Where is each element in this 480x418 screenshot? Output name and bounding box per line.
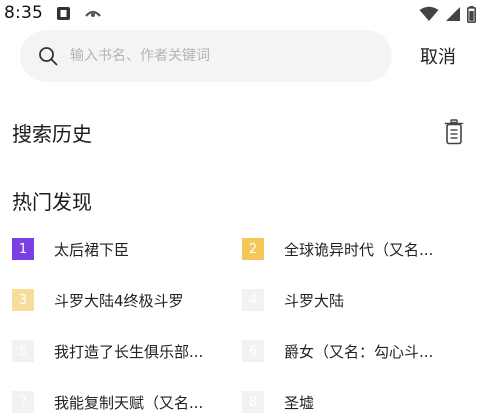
hot-item-title: 圣墟 bbox=[284, 393, 315, 412]
trash-icon[interactable] bbox=[444, 119, 464, 145]
rank-badge: 4 bbox=[242, 289, 264, 311]
hot-item-title: 斗罗大陆 bbox=[284, 291, 345, 310]
hot-item-4[interactable]: 4 斗罗大陆 bbox=[242, 285, 344, 315]
notification-a-icon bbox=[57, 7, 70, 20]
cellular-signal-icon bbox=[446, 7, 460, 21]
battery-icon bbox=[467, 5, 476, 23]
search-input[interactable] bbox=[70, 42, 370, 70]
wifi-icon bbox=[419, 6, 439, 21]
cancel-button[interactable]: 取消 bbox=[420, 43, 456, 69]
rank-badge: 6 bbox=[242, 340, 264, 362]
status-right-icons bbox=[419, 5, 476, 23]
hot-item-title: 全球诡异时代（又名... bbox=[284, 240, 434, 259]
hot-item-2[interactable]: 2 全球诡异时代（又名... bbox=[242, 234, 433, 264]
hot-item-5[interactable]: 5 我打造了长生俱乐部... bbox=[12, 336, 203, 366]
hot-item-1[interactable]: 1 太后裙下臣 bbox=[12, 234, 129, 264]
rank-badge: 8 bbox=[242, 391, 264, 413]
search-box[interactable] bbox=[20, 30, 392, 82]
hot-item-6[interactable]: 6 爵女（又名：勾心斗... bbox=[242, 336, 433, 366]
hot-item-title: 我能复制天赋（又名... bbox=[54, 393, 204, 412]
rank-badge: 1 bbox=[12, 238, 34, 260]
hot-item-title: 爵女（又名：勾心斗... bbox=[284, 342, 434, 361]
rank-badge: 3 bbox=[12, 289, 34, 311]
hot-item-7[interactable]: 7 我能复制天赋（又名... bbox=[12, 387, 203, 417]
hot-discover-title: 热门发现 bbox=[12, 190, 92, 214]
hot-item-title: 我打造了长生俱乐部... bbox=[54, 342, 204, 361]
rank-badge: 2 bbox=[242, 238, 264, 260]
search-icon bbox=[39, 47, 58, 66]
hot-item-3[interactable]: 3 斗罗大陆4终极斗罗 bbox=[12, 285, 184, 315]
hot-item-title: 太后裙下臣 bbox=[54, 240, 130, 259]
rank-badge: 5 bbox=[12, 340, 34, 362]
status-time: 8:35 bbox=[4, 3, 43, 23]
search-history-title: 搜索历史 bbox=[12, 122, 92, 146]
hot-item-8[interactable]: 8 圣墟 bbox=[242, 387, 314, 417]
rank-badge: 7 bbox=[12, 391, 34, 413]
hot-item-title: 斗罗大陆4终极斗罗 bbox=[54, 291, 184, 310]
notification-b-icon bbox=[85, 10, 101, 17]
status-bar: 8:35 bbox=[0, 0, 480, 28]
